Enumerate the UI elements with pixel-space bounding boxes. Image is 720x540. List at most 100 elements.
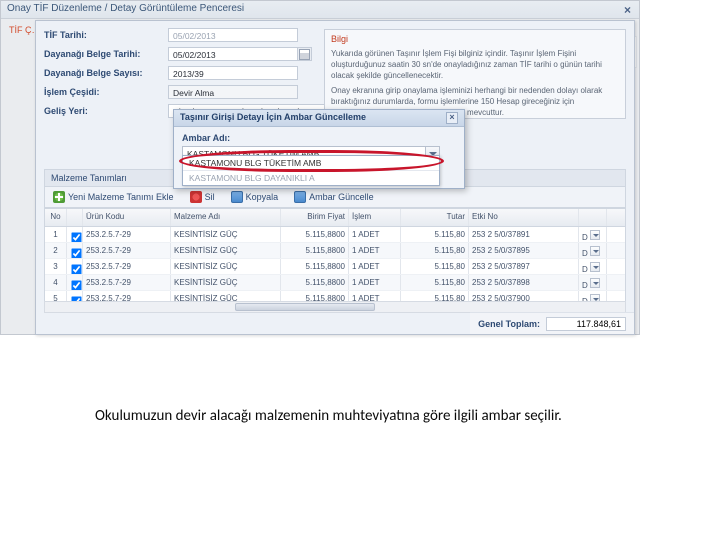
col-chk[interactable] bbox=[67, 209, 83, 226]
cell-etk: 253 2 5/0/37891 bbox=[469, 227, 579, 242]
label-tif-tarihi: TİF Tarihi: bbox=[44, 30, 168, 40]
cell-mal: KESİNTİSİZ GÜÇ bbox=[171, 259, 281, 274]
label-islem: İşlem Çeşidi: bbox=[44, 87, 168, 97]
cell-bf: 5.115,8800 bbox=[281, 227, 349, 242]
cell-bf: 5.115,8800 bbox=[281, 275, 349, 290]
ambar-update-modal: Taşınır Girişi Detayı İçin Ambar Güncell… bbox=[173, 109, 465, 189]
table-row[interactable]: 1 253.2.5.7-29KESİNTİSİZ GÜÇ5.115,88001 A… bbox=[45, 227, 625, 243]
cell-is: 1 ADET bbox=[349, 243, 401, 258]
col-mal[interactable]: Malzeme Adı bbox=[171, 209, 281, 226]
delete-label: Sil bbox=[205, 192, 215, 202]
row-checkbox[interactable] bbox=[71, 280, 81, 290]
info-box: Bilgi Yukarıda görünen Taşınır İşlem Fiş… bbox=[324, 29, 626, 119]
store-icon bbox=[294, 191, 306, 203]
field-dayanak-sayi[interactable]: 2013/39 bbox=[168, 66, 298, 80]
row-checkbox[interactable] bbox=[71, 264, 81, 274]
delete-icon bbox=[190, 191, 202, 203]
cell-chk[interactable] bbox=[67, 243, 83, 258]
cell-mal: KESİNTİSİZ GÜÇ bbox=[171, 243, 281, 258]
total-label: Genel Toplam: bbox=[478, 319, 540, 329]
ambar-label: Ambar Adı: bbox=[182, 133, 456, 143]
cell-expand[interactable]: D bbox=[579, 243, 607, 258]
col-urn[interactable]: Ürün Kodu bbox=[83, 209, 171, 226]
cell-tut: 5.115,80 bbox=[401, 227, 469, 242]
chevron-down-icon[interactable] bbox=[590, 230, 600, 240]
cell-expand[interactable]: D bbox=[579, 227, 607, 242]
add-label: Yeni Malzeme Tanımı Ekle bbox=[68, 192, 174, 202]
cell-tut: 5.115,80 bbox=[401, 243, 469, 258]
col-last[interactable] bbox=[579, 209, 607, 226]
field-tif-tarihi[interactable]: 05/02/2013 bbox=[168, 28, 298, 42]
cell-chk[interactable] bbox=[67, 259, 83, 274]
label-dayanak-sayi: Dayanağı Belge Sayısı: bbox=[44, 68, 168, 78]
cell-urn: 253.2.5.7-29 bbox=[83, 227, 171, 242]
cell-bf: 5.115,8800 bbox=[281, 243, 349, 258]
row-checkbox[interactable] bbox=[71, 248, 81, 258]
modal-title-text: Taşınır Girişi Detayı İçin Ambar Güncell… bbox=[180, 112, 366, 122]
col-is[interactable]: İşlem bbox=[349, 209, 401, 226]
cell-no: 1 bbox=[45, 227, 67, 242]
grid-body: 1253.2.5.7-29KESİNTİSİZ GÜÇ5.115,88001 A… bbox=[45, 227, 625, 312]
table-row[interactable]: 2 253.2.5.7-29KESİNTİSİZ GÜÇ5.115,88001 A… bbox=[45, 243, 625, 259]
close-icon[interactable]: × bbox=[446, 112, 458, 124]
copy-button[interactable]: Kopyala bbox=[227, 189, 283, 205]
grid-footer: Genel Toplam: 117.848,61 bbox=[470, 312, 634, 334]
ambar-option-2[interactable]: KASTAMONU BLG DAYANIKLI A bbox=[183, 171, 439, 185]
cell-chk[interactable] bbox=[67, 275, 83, 290]
parent-close-icon[interactable]: × bbox=[624, 3, 631, 17]
cell-tut: 5.115,80 bbox=[401, 275, 469, 290]
cell-mal: KESİNTİSİZ GÜÇ bbox=[171, 275, 281, 290]
add-material-button[interactable]: Yeni Malzeme Tanımı Ekle bbox=[49, 189, 178, 205]
calendar-icon[interactable] bbox=[298, 47, 312, 61]
cell-urn: 253.2.5.7-29 bbox=[83, 259, 171, 274]
ambar-option-1[interactable]: KASTAMONU BLG TÜKETİM AMB bbox=[183, 156, 439, 171]
table-row[interactable]: 3253.2.5.7-29KESİNTİSİZ GÜÇ5.115,88001 A… bbox=[45, 259, 625, 275]
copy-icon bbox=[231, 191, 243, 203]
table-row[interactable]: 4 253.2.5.7-29KESİNTİSİZ GÜÇ5.115,88001 A… bbox=[45, 275, 625, 291]
cell-mal: KESİNTİSİZ GÜÇ bbox=[171, 227, 281, 242]
grid-header: No Ürün Kodu Malzeme Adı Birim Fiyat İşl… bbox=[45, 209, 625, 227]
total-value: 117.848,61 bbox=[546, 317, 626, 331]
cell-no: 2 bbox=[45, 243, 67, 258]
cell-expand[interactable]: D bbox=[579, 275, 607, 290]
col-etk[interactable]: Etki No bbox=[469, 209, 579, 226]
label-gelis: Geliş Yeri: bbox=[44, 106, 168, 116]
cell-chk[interactable] bbox=[67, 227, 83, 242]
col-tut[interactable]: Tutar bbox=[401, 209, 469, 226]
modal-title[interactable]: Taşınır Girişi Detayı İçin Ambar Güncell… bbox=[174, 110, 464, 127]
plus-icon bbox=[53, 191, 65, 203]
cell-etk: 253 2 5/0/37895 bbox=[469, 243, 579, 258]
delete-button[interactable]: Sil bbox=[186, 189, 219, 205]
field-islem: Devir Alma bbox=[168, 85, 298, 99]
cell-is: 1 ADET bbox=[349, 227, 401, 242]
chevron-down-icon[interactable] bbox=[590, 246, 600, 256]
cell-etk: 253 2 5/0/37897 bbox=[469, 259, 579, 274]
label-dayanak-tarih: Dayanağı Belge Tarihi: bbox=[44, 49, 168, 59]
material-grid: No Ürün Kodu Malzeme Adı Birim Fiyat İşl… bbox=[44, 208, 626, 312]
ambar-dropdown-list: KASTAMONU BLG TÜKETİM AMB KASTAMONU BLG … bbox=[182, 155, 440, 186]
scrollbar-thumb[interactable] bbox=[235, 303, 375, 311]
col-no[interactable]: No bbox=[45, 209, 67, 226]
field-dayanak-tarih[interactable]: 05/02/2013 bbox=[168, 47, 298, 61]
cell-etk: 253 2 5/0/37898 bbox=[469, 275, 579, 290]
cell-tut: 5.115,80 bbox=[401, 259, 469, 274]
parent-window-title-text: Onay TİF Düzenleme / Detay Görüntüleme P… bbox=[7, 3, 244, 14]
info-p1: Yukarıda görünen Taşınır İşlem Fişi bilg… bbox=[331, 48, 619, 81]
info-title: Bilgi bbox=[331, 34, 619, 45]
row-checkbox[interactable] bbox=[71, 232, 81, 242]
cell-urn: 253.2.5.7-29 bbox=[83, 275, 171, 290]
copy-label: Kopyala bbox=[246, 192, 279, 202]
chevron-down-icon[interactable] bbox=[590, 278, 600, 288]
cell-urn: 253.2.5.7-29 bbox=[83, 243, 171, 258]
store-update-button[interactable]: Ambar Güncelle bbox=[290, 189, 378, 205]
cell-is: 1 ADET bbox=[349, 275, 401, 290]
col-bf[interactable]: Birim Fiyat bbox=[281, 209, 349, 226]
cell-expand[interactable]: D bbox=[579, 259, 607, 274]
parent-window-title: Onay TİF Düzenleme / Detay Görüntüleme P… bbox=[1, 1, 639, 19]
cell-no: 4 bbox=[45, 275, 67, 290]
chevron-down-icon[interactable] bbox=[590, 262, 600, 272]
cell-no: 3 bbox=[45, 259, 67, 274]
cell-bf: 5.115,8800 bbox=[281, 259, 349, 274]
grid-toolbar: Yeni Malzeme Tanımı Ekle Sil Kopyala Amb… bbox=[44, 186, 626, 208]
store-label: Ambar Güncelle bbox=[309, 192, 374, 202]
